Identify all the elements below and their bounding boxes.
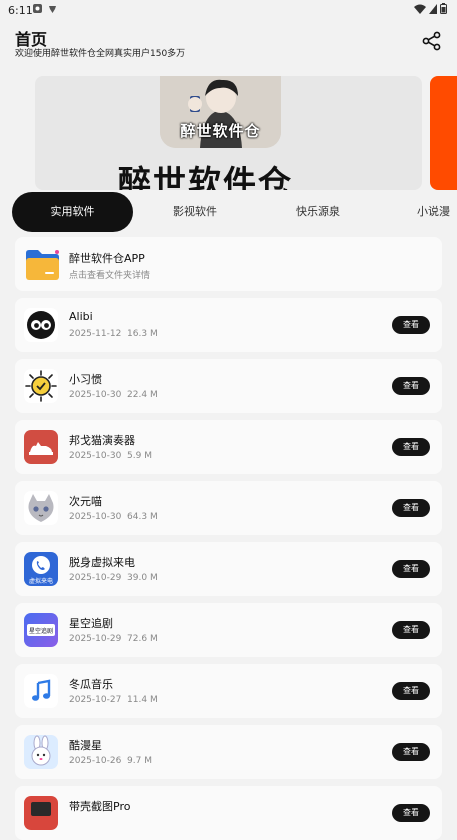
app-date: 2025-10-29 [69, 573, 122, 583]
status-bar: 6:11 [0, 0, 457, 20]
view-button[interactable]: 查看 [392, 621, 430, 639]
comic-star-app-icon [24, 735, 58, 769]
signal-icon [429, 3, 437, 14]
app-date: 2025-10-27 [69, 695, 122, 705]
banner-art-title: 醉世软件仓 [180, 122, 261, 140]
list-item[interactable]: 星空追剧 星空追剧 2025-10-29 72.6 M 查看 [15, 603, 442, 657]
tab-fun-sources[interactable]: 快乐源泉 [296, 192, 340, 232]
app-meta: 2025-10-29 72.6 M [69, 634, 158, 644]
notification-android-icon [49, 6, 56, 13]
app-meta: 2025-10-30 64.3 M [69, 512, 158, 522]
app-meta: 2025-10-30 5.9 M [69, 451, 152, 461]
screenshot-frame-app-icon [24, 796, 58, 830]
view-button[interactable]: 查看 [392, 438, 430, 456]
banner-carousel[interactable]: 醉世软件仓 醉世软件仓 [0, 74, 457, 192]
habit-app-icon [24, 369, 58, 403]
app-size: 11.4 M [127, 695, 158, 705]
tab-video-software[interactable]: 影视软件 [173, 192, 217, 232]
app-name: 小习惯 [69, 373, 102, 386]
app-date: 2025-10-30 [69, 512, 122, 522]
featured-folder-desc: 点击查看文件夹详情 [69, 271, 151, 281]
featured-folder-name: 醉世软件仓APP [69, 252, 145, 265]
featured-folder-card[interactable]: 醉世软件仓APP 点击查看文件夹详情 [15, 237, 442, 291]
fake-call-app-icon: 虚拟来电 [24, 552, 58, 586]
tab-novels-comics[interactable]: 小说漫 [417, 192, 450, 232]
app-name: 邦戈猫演奏器 [69, 434, 135, 447]
bongo-cat-app-icon [24, 430, 58, 464]
anime-cat-app-icon [24, 491, 58, 525]
view-button[interactable]: 查看 [392, 560, 430, 578]
list-item[interactable]: 带壳截图Pro 查看 [15, 786, 442, 840]
app-meta: 2025-10-30 22.4 M [69, 390, 158, 400]
app-size: 72.6 M [127, 634, 158, 644]
view-button[interactable]: 查看 [392, 377, 430, 395]
app-meta: 2025-10-27 11.4 M [69, 695, 158, 705]
app-date: 2025-10-26 [69, 756, 122, 766]
app-meta: 2025-10-29 39.0 M [69, 573, 158, 583]
music-app-icon [24, 674, 58, 708]
notification-app-icon [33, 4, 42, 13]
app-date: 2025-10-30 [69, 451, 122, 461]
app-name: 脱身虚拟来电 [69, 556, 135, 569]
tab-utility-software[interactable]: 实用软件 [12, 192, 133, 232]
star-drama-app-icon: 星空追剧 [24, 613, 58, 647]
view-button[interactable]: 查看 [392, 682, 430, 700]
app-name: 酷漫星 [69, 739, 102, 752]
app-name: 冬瓜音乐 [69, 678, 113, 691]
wifi-icon [414, 4, 426, 14]
list-item[interactable]: 酷漫星 2025-10-26 9.7 M 查看 [15, 725, 442, 779]
category-tabs: 实用软件 影视软件 快乐源泉 小说漫 [0, 192, 457, 232]
list-item[interactable]: 邦戈猫演奏器 2025-10-30 5.9 M 查看 [15, 420, 442, 474]
app-date: 2025-10-29 [69, 634, 122, 644]
app-size: 22.4 M [127, 390, 158, 400]
view-button[interactable]: 查看 [392, 743, 430, 761]
banner-illustration: 醉世软件仓 [160, 76, 281, 148]
app-name: Alibi [69, 310, 93, 323]
fake-call-icon-text: 虚拟来电 [28, 578, 53, 585]
banner-slide[interactable]: 醉世软件仓 醉世软件仓 [35, 76, 422, 190]
list-item[interactable]: 虚拟来电 脱身虚拟来电 2025-10-29 39.0 M 查看 [15, 542, 442, 596]
app-name: 次元喵 [69, 495, 102, 508]
banner-title: 醉世软件仓 [118, 163, 293, 190]
status-system-icons [414, 3, 447, 14]
status-time: 6:11 [8, 4, 33, 17]
share-button[interactable] [421, 30, 443, 52]
view-button[interactable]: 查看 [392, 499, 430, 517]
view-button[interactable]: 查看 [392, 804, 430, 822]
app-size: 64.3 M [127, 512, 158, 522]
app-name: 星空追剧 [69, 617, 113, 630]
battery-icon [440, 3, 447, 14]
app-date: 2025-11-12 [69, 329, 122, 339]
app-size: 9.7 M [127, 756, 152, 766]
list-item[interactable]: 冬瓜音乐 2025-10-27 11.4 M 查看 [15, 664, 442, 718]
list-item[interactable]: 小习惯 2025-10-30 22.4 M 查看 [15, 359, 442, 413]
list-item[interactable]: Alibi 2025-11-12 16.3 M 查看 [15, 298, 442, 352]
app-size: 16.3 M [127, 329, 158, 339]
page-subtitle: 欢迎使用醉世软件仓全网真实用户150多万 [15, 49, 186, 59]
app-meta: 2025-11-12 16.3 M [69, 329, 158, 339]
share-icon [422, 31, 441, 51]
star-drama-icon-text: 星空追剧 [28, 628, 53, 635]
app-date: 2025-10-30 [69, 390, 122, 400]
list-item[interactable]: 次元喵 2025-10-30 64.3 M 查看 [15, 481, 442, 535]
alibi-app-icon [24, 308, 58, 342]
app-size: 39.0 M [127, 573, 158, 583]
header: 首页 欢迎使用醉世软件仓全网真实用户150多万 [0, 20, 457, 70]
status-notification-icons [32, 3, 58, 14]
banner-next-slide[interactable] [430, 76, 457, 190]
folder-icon [23, 247, 61, 283]
app-meta: 2025-10-26 9.7 M [69, 756, 152, 766]
view-button[interactable]: 查看 [392, 316, 430, 334]
app-size: 5.9 M [127, 451, 152, 461]
